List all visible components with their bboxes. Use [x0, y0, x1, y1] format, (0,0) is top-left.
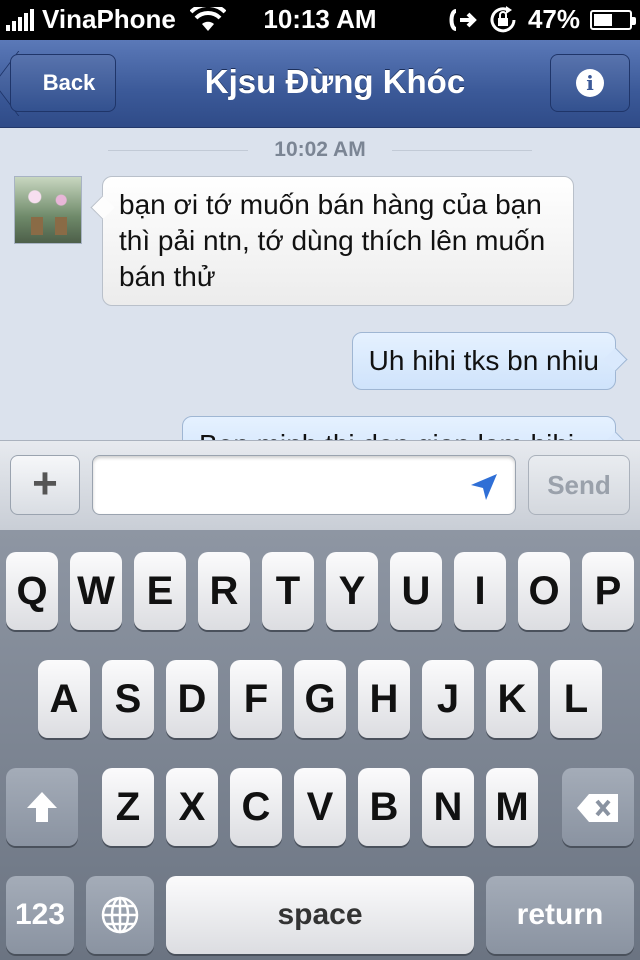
info-icon: i — [576, 69, 604, 97]
key-y[interactable]: Y — [326, 552, 378, 630]
key-f[interactable]: F — [230, 660, 282, 738]
add-attachment-button[interactable]: + — [10, 455, 80, 515]
key-b[interactable]: B — [358, 768, 410, 846]
key-j[interactable]: J — [422, 660, 474, 738]
shift-icon — [27, 792, 57, 822]
key-q[interactable]: Q — [6, 552, 58, 630]
key-l[interactable]: L — [550, 660, 602, 738]
key-t[interactable]: T — [262, 552, 314, 630]
battery-icon — [590, 9, 636, 30]
conversation-title: Kjsu Đừng Khóc — [204, 63, 466, 100]
message-bubble-outgoing[interactable]: Uh hihi tks bn nhiu — [351, 332, 616, 390]
keyboard: Q W E R T Y U I O P A S D F G H J K L Z … — [0, 530, 640, 960]
key-z[interactable]: Z — [102, 768, 154, 846]
numbers-key[interactable]: 123 — [6, 876, 74, 954]
key-d[interactable]: D — [166, 660, 218, 738]
key-k[interactable]: K — [486, 660, 538, 738]
battery-fill — [594, 13, 612, 26]
location-arrow-icon[interactable] — [469, 472, 499, 502]
back-button-wrap: Back — [0, 40, 130, 128]
key-u[interactable]: U — [390, 552, 442, 630]
key-v[interactable]: V — [294, 768, 346, 846]
call-forward-icon — [449, 8, 477, 31]
status-right: 47% — [448, 4, 636, 35]
key-p[interactable]: P — [582, 552, 634, 630]
key-e[interactable]: E — [134, 552, 186, 630]
status-bar: VinaPhone 10:13 AM 47% — [0, 0, 640, 40]
back-button-label: Back — [42, 70, 96, 95]
chat-area[interactable]: 10:02 AM bạn ơi tớ muốn bán hàng của bạn… — [0, 128, 640, 440]
globe-key[interactable] — [86, 876, 154, 954]
key-h[interactable]: H — [358, 660, 410, 738]
return-key[interactable]: return — [486, 876, 634, 954]
back-button[interactable]: Back — [10, 54, 116, 112]
info-button[interactable]: i — [550, 54, 630, 112]
globe-icon — [101, 896, 139, 934]
compose-bar: + Send — [0, 440, 640, 530]
message-timestamp: 10:02 AM — [0, 138, 640, 162]
battery-percent: 47% — [527, 4, 580, 34]
message-input[interactable] — [92, 455, 516, 515]
key-g[interactable]: G — [294, 660, 346, 738]
space-key[interactable]: space — [166, 876, 474, 954]
key-a[interactable]: A — [38, 660, 90, 738]
message-bubble-outgoing[interactable]: Ben minh thi don gian lam hihi — [182, 416, 616, 440]
avatar[interactable] — [14, 176, 82, 244]
key-r[interactable]: R — [198, 552, 250, 630]
message-bubble-incoming[interactable]: bạn ơi tớ muốn bán hàng của bạn thì pải … — [102, 176, 574, 306]
key-m[interactable]: M — [486, 768, 538, 846]
rotation-lock-icon — [490, 5, 516, 32]
key-o[interactable]: O — [518, 552, 570, 630]
key-n[interactable]: N — [422, 768, 474, 846]
shift-key[interactable] — [6, 768, 78, 846]
key-i[interactable]: I — [454, 552, 506, 630]
nav-bar: Back Kjsu Đừng Khóc i — [0, 40, 640, 128]
key-x[interactable]: X — [166, 768, 218, 846]
delete-key[interactable] — [562, 768, 634, 846]
key-w[interactable]: W — [70, 552, 122, 630]
avatar-figure — [55, 217, 67, 235]
send-button[interactable]: Send — [528, 455, 630, 515]
avatar-figure — [31, 217, 43, 235]
delete-icon — [577, 794, 618, 822]
key-c[interactable]: C — [230, 768, 282, 846]
key-s[interactable]: S — [102, 660, 154, 738]
